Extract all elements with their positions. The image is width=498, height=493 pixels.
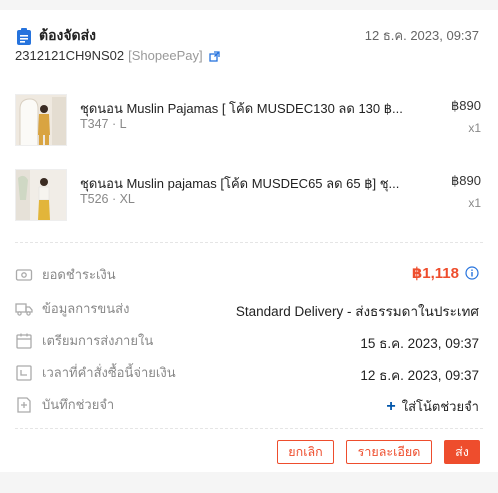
order-id-line: 2312121CH9NS02 [ShopeePay] — [15, 48, 220, 63]
prepare-value: 15 ธ.ค. 2023, 09:37 — [360, 336, 479, 351]
calendar-icon — [15, 332, 33, 350]
shipping-row: ข้อมูลการขนส่ง Standard Delivery - ส่งธร… — [15, 298, 483, 319]
memo-label: บันทึกช่วยจำ — [15, 394, 114, 415]
product-thumbnail — [15, 94, 67, 146]
prepare-row: เตรียมการส่งภายใน 15 ธ.ค. 2023, 09:37 — [15, 330, 483, 351]
product-quantity: x1 — [468, 196, 481, 210]
product-quantity: x1 — [468, 121, 481, 135]
plus-icon: + — [386, 398, 396, 415]
divider — [15, 242, 483, 243]
product-price: ฿890 — [451, 98, 481, 113]
shipping-value: Standard Delivery - ส่งธรรมดาในประเทศ — [235, 304, 479, 319]
payment-total-value: ฿1,118 — [411, 265, 459, 282]
external-link-icon[interactable] — [208, 50, 220, 62]
product-item[interactable]: ชุดนอน Muslin pajamas [โค้ด MUSDEC65 ลด … — [15, 169, 483, 229]
payment-method: [ShopeePay] — [128, 48, 203, 63]
product-price: ฿890 — [451, 173, 481, 188]
product-thumbnail — [15, 169, 67, 221]
clock-calendar-icon — [15, 364, 33, 382]
product-item[interactable]: ชุดนอน Muslin Pajamas [ โค้ด MUSDEC130 ล… — [15, 94, 483, 154]
note-icon — [15, 396, 33, 414]
money-icon — [15, 266, 33, 284]
info-icon[interactable] — [465, 266, 479, 280]
ship-button[interactable]: ส่ง — [444, 440, 480, 464]
details-button[interactable]: รายละเอียด — [346, 440, 432, 464]
shipping-label: ข้อมูลการขนส่ง — [15, 298, 129, 319]
product-variant: T526 · XL — [80, 192, 135, 206]
paid-time-value: 12 ธ.ค. 2023, 09:37 — [360, 368, 479, 383]
add-note-button[interactable]: + ใส่โน้ตช่วยจำ — [386, 396, 479, 417]
clipboard-icon — [16, 27, 32, 45]
payment-total-label: ยอดชำระเงิน — [15, 264, 116, 285]
cancel-button[interactable]: ยกเลิก — [277, 440, 334, 464]
paid-time-label: เวลาที่คำสั่งซื้อนี้จ่ายเงิน — [15, 362, 176, 383]
status-label: ต้องจัดส่ง — [39, 27, 97, 43]
order-status: ต้องจัดส่ง — [16, 25, 96, 47]
memo-row: บันทึกช่วยจำ + ใส่โน้ตช่วยจำ — [15, 394, 483, 417]
product-name: ชุดนอน Muslin pajamas [โค้ด MUSDEC65 ลด … — [80, 176, 400, 191]
paid-time-row: เวลาที่คำสั่งซื้อนี้จ่ายเงิน 12 ธ.ค. 202… — [15, 362, 483, 383]
prepare-label: เตรียมการส่งภายใน — [15, 330, 153, 351]
order-id: 2312121CH9NS02 — [15, 48, 125, 63]
truck-icon — [15, 300, 33, 318]
product-variant: T347 · L — [80, 117, 127, 131]
order-card: ต้องจัดส่ง 12 ธ.ค. 2023, 09:37 2312121CH… — [0, 10, 498, 472]
product-name: ชุดนอน Muslin Pajamas [ โค้ด MUSDEC130 ล… — [80, 101, 403, 116]
order-date: 12 ธ.ค. 2023, 09:37 — [364, 28, 479, 43]
payment-total-row: ยอดชำระเงิน ฿1,118 — [15, 264, 483, 284]
divider — [15, 428, 483, 429]
